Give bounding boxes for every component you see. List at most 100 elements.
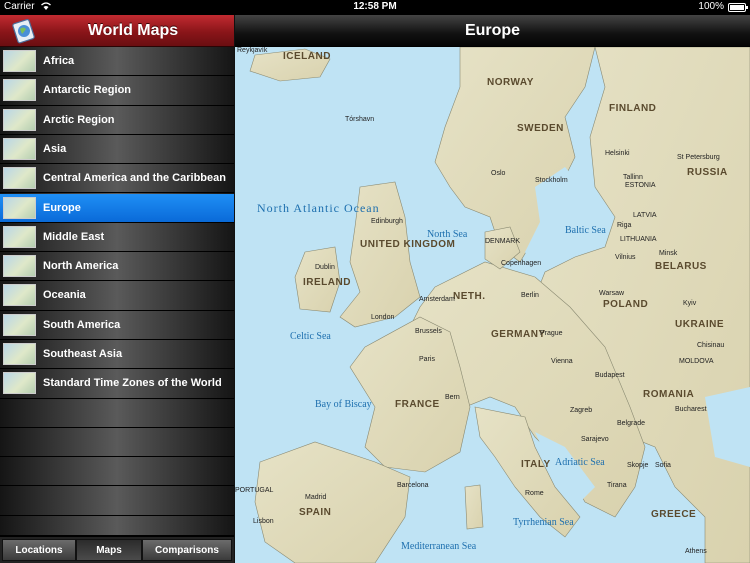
label-kyiv: Kyiv bbox=[683, 300, 697, 307]
label-bern: Bern bbox=[445, 394, 460, 401]
map-list-item[interactable]: Southeast Asia bbox=[0, 340, 234, 370]
map-list-item[interactable]: Antarctic Region bbox=[0, 76, 234, 106]
map-thumbnail-icon bbox=[3, 372, 36, 395]
label-latvia: LATVIA bbox=[633, 212, 657, 219]
label-norway: NORWAY bbox=[487, 77, 534, 88]
label-lisbon: Lisbon bbox=[253, 518, 274, 525]
app-logo-icon bbox=[10, 18, 38, 44]
label-netherlands: NETH. bbox=[453, 291, 486, 302]
sidebar-tab-bar: Locations Maps Comparisons bbox=[0, 537, 234, 563]
label-helsinki: Helsinki bbox=[605, 150, 630, 157]
map-list-item-label: Standard Time Zones of the World bbox=[43, 377, 222, 390]
label-sofia: Sofia bbox=[655, 462, 671, 469]
label-prague: Prague bbox=[540, 330, 563, 337]
map-list-item[interactable]: Central America and the Caribbean bbox=[0, 164, 234, 194]
map-list-item-label: Africa bbox=[43, 55, 75, 67]
map-list-item[interactable]: South America bbox=[0, 311, 234, 340]
map-list-item-label: Antarctic Region bbox=[43, 84, 132, 97]
label-sweden: SWEDEN bbox=[517, 123, 564, 134]
map-title: Europe bbox=[464, 22, 521, 39]
map-list-item[interactable]: Standard Time Zones of the World bbox=[0, 369, 234, 399]
label-london: London bbox=[371, 314, 394, 321]
label-moldova: MOLDOVA bbox=[679, 358, 714, 365]
map-list-item[interactable]: Asia bbox=[0, 135, 234, 165]
label-bay-of-biscay: Bay of Biscay bbox=[315, 399, 372, 410]
map-list-item[interactable]: Oceania bbox=[0, 281, 234, 311]
label-united-kingdom: UNITED KINGDOM bbox=[360, 239, 455, 250]
label-stockholm: Stockholm bbox=[535, 177, 568, 184]
label-iceland: ICELAND bbox=[283, 51, 331, 62]
map-thumbnail-icon bbox=[3, 137, 36, 160]
label-romania: ROMANIA bbox=[643, 389, 694, 400]
label-tallinn: Tallinn bbox=[623, 174, 643, 181]
sidebar-header: World Maps bbox=[0, 15, 234, 47]
map-list-item[interactable]: Europe bbox=[0, 193, 234, 223]
tab-locations[interactable]: Locations bbox=[2, 539, 76, 561]
tab-comparisons[interactable]: Comparisons bbox=[142, 539, 232, 561]
status-time: 12:58 PM bbox=[353, 1, 397, 12]
status-bar: Carrier 12:58 PM 100% bbox=[0, 0, 750, 15]
map-thumbnail-icon bbox=[3, 50, 36, 72]
map-list-item[interactable]: Middle East bbox=[0, 223, 234, 253]
empty-row bbox=[0, 487, 234, 516]
empty-row bbox=[0, 399, 234, 428]
label-budapest: Budapest bbox=[595, 372, 625, 379]
label-vienna: Vienna bbox=[551, 358, 573, 365]
label-chisinau: Chisinau bbox=[697, 342, 724, 349]
map-thumbnail-icon bbox=[3, 313, 36, 336]
label-st-petersburg: St Petersburg bbox=[677, 154, 720, 161]
label-torshavn: Tórshavn bbox=[345, 116, 374, 123]
map-list-item-label: North America bbox=[43, 260, 119, 273]
label-athens: Athens bbox=[685, 548, 707, 555]
map-list-item-label: Europe bbox=[43, 201, 81, 214]
map-list-item-label: South America bbox=[43, 318, 121, 331]
map-thumbnail-icon bbox=[3, 255, 36, 278]
label-baltic-sea: Baltic Sea bbox=[565, 225, 606, 236]
label-barcelona: Barcelona bbox=[397, 482, 429, 489]
label-adriatic: Adriatic Sea bbox=[555, 457, 605, 468]
label-vilnius: Vilnius bbox=[615, 254, 636, 261]
label-italy: ITALY bbox=[521, 459, 551, 470]
label-poland: POLAND bbox=[603, 299, 648, 310]
label-spain: SPAIN bbox=[299, 507, 331, 518]
label-zagreb: Zagreb bbox=[570, 407, 592, 414]
label-minsk: Minsk bbox=[659, 250, 678, 257]
label-belgrade: Belgrade bbox=[617, 420, 645, 427]
label-tyrrhenian: Tyrrhenian Sea bbox=[513, 517, 574, 528]
map-list-item[interactable]: Africa bbox=[0, 47, 234, 77]
map-thumbnail-icon bbox=[3, 343, 36, 365]
sardinia-shape bbox=[464, 484, 484, 530]
label-germany: GERMANY bbox=[491, 329, 546, 340]
map-thumbnail-icon bbox=[3, 79, 36, 102]
battery-percent: 100% bbox=[698, 1, 724, 12]
label-edinburgh: Edinburgh bbox=[371, 218, 403, 225]
label-brussels: Brussels bbox=[415, 328, 442, 335]
label-berlin: Berlin bbox=[521, 292, 539, 299]
label-oslo: Oslo bbox=[491, 170, 506, 177]
label-riga: Riga bbox=[617, 222, 632, 229]
label-estonia: ESTONIA bbox=[625, 182, 656, 189]
label-amsterdam: Amsterdam bbox=[419, 296, 455, 303]
label-celtic-sea: Celtic Sea bbox=[290, 331, 331, 342]
map-list-item-label: Central America and the Caribbean bbox=[43, 172, 226, 185]
label-reykjavik: Reykjavík bbox=[237, 47, 268, 54]
label-skopje: Skopje bbox=[627, 462, 649, 469]
label-finland: FINLAND bbox=[609, 103, 656, 114]
map-list-item[interactable]: North America bbox=[0, 252, 234, 282]
europe-map[interactable]: ICELAND Reykjavík NORWAY SWEDEN FINLAND … bbox=[235, 47, 750, 563]
sidebar-title: World Maps bbox=[87, 22, 179, 39]
label-ukraine: UKRAINE bbox=[675, 319, 724, 330]
label-sarajevo: Sarajevo bbox=[581, 436, 609, 443]
map-list-item-label: Asia bbox=[43, 142, 67, 155]
label-ireland: IRELAND bbox=[303, 277, 351, 288]
tab-maps[interactable]: Maps bbox=[76, 539, 142, 561]
map-list-item-label: Southeast Asia bbox=[43, 348, 123, 360]
map-thumbnail-icon bbox=[3, 284, 36, 307]
empty-row bbox=[0, 428, 234, 458]
map-thumbnail-icon bbox=[3, 167, 36, 190]
label-north-atlantic: North Atlantic Ocean bbox=[257, 201, 380, 215]
map-header: Europe bbox=[235, 15, 750, 47]
label-rome: Rome bbox=[525, 490, 544, 497]
map-list-item[interactable]: Arctic Region bbox=[0, 106, 234, 135]
map-list-item-label: Oceania bbox=[43, 289, 86, 302]
